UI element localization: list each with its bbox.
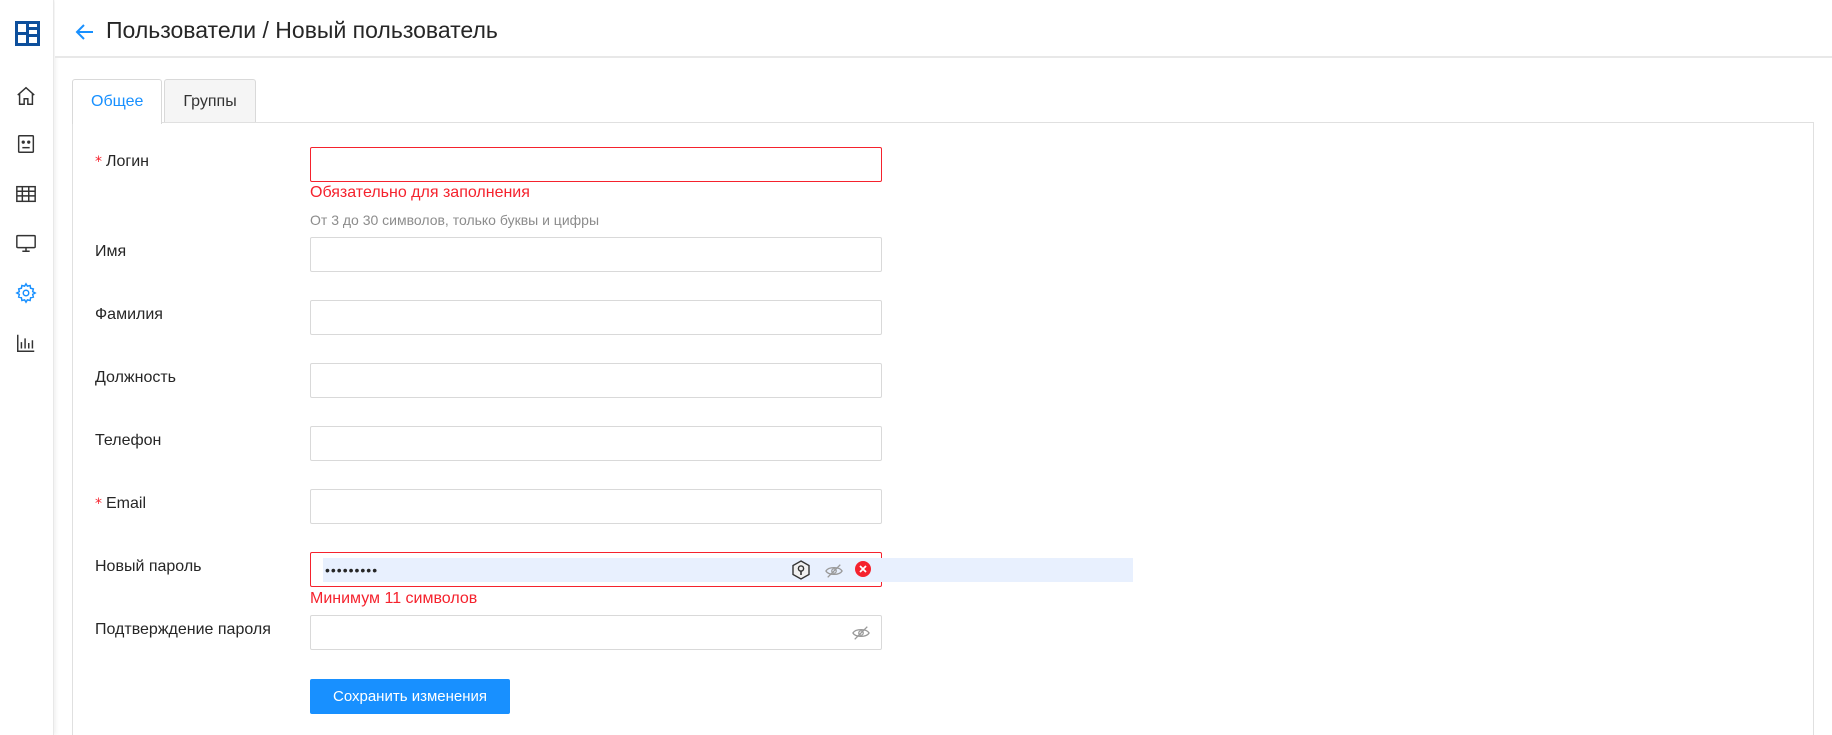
sidebar — [0, 0, 54, 735]
login-error: Обязательно для заполнения — [310, 184, 530, 201]
badge-icon[interactable] — [14, 132, 38, 156]
confirm-password-field[interactable] — [310, 615, 882, 650]
email-field[interactable] — [310, 489, 882, 524]
tab-general[interactable]: Общее — [72, 79, 163, 124]
last-name-field[interactable] — [310, 300, 882, 335]
login-field[interactable] — [310, 147, 882, 182]
first-name-input[interactable] — [311, 238, 881, 271]
first-name-field[interactable] — [310, 237, 882, 272]
back-arrow-icon[interactable] — [73, 20, 97, 44]
gear-icon[interactable] — [14, 281, 38, 305]
first-name-label: Имя — [95, 243, 127, 260]
password-manager-key-icon[interactable] — [791, 560, 811, 580]
email-input[interactable] — [311, 490, 881, 523]
last-name-label: Фамилия — [95, 306, 163, 323]
email-label: * Email — [95, 495, 147, 512]
new-password-label: Новый пароль — [95, 558, 202, 575]
home-icon[interactable] — [14, 84, 38, 108]
bar-chart-icon[interactable] — [14, 331, 38, 355]
new-password-value[interactable]: ••••••••• — [325, 558, 378, 582]
position-input[interactable] — [311, 364, 881, 397]
phone-field[interactable] — [310, 426, 882, 461]
confirm-password-input[interactable] — [311, 616, 881, 649]
login-hint: От 3 до 30 символов, только буквы и цифр… — [310, 212, 600, 228]
phone-input[interactable] — [311, 427, 881, 460]
table-icon[interactable] — [14, 182, 38, 206]
required-mark: * — [95, 154, 102, 170]
page-title: Пользователи / Новый пользователь — [106, 17, 498, 43]
phone-label: Телефон — [95, 432, 162, 449]
new-password-error: Минимум 11 символов — [310, 590, 478, 607]
page-header: Пользователи / Новый пользователь — [55, 0, 1832, 58]
position-label: Должность — [95, 369, 176, 386]
new-password-field[interactable]: ••••••••• — [310, 552, 1133, 587]
last-name-input[interactable] — [311, 301, 881, 334]
app-logo[interactable] — [15, 21, 40, 46]
login-label: * Логин — [95, 153, 150, 170]
toggle-visibility-icon[interactable] — [852, 624, 870, 642]
login-input[interactable] — [311, 148, 881, 181]
confirm-password-label: Подтверждение пароля — [95, 621, 271, 638]
monitor-icon[interactable] — [14, 231, 38, 255]
position-field[interactable] — [310, 363, 882, 398]
autofill-highlight — [323, 558, 1133, 582]
required-mark: * — [95, 496, 102, 512]
tab-groups[interactable]: Группы — [164, 79, 256, 123]
tab-bar: Общее Группы — [72, 79, 258, 124]
save-button[interactable]: Сохранить изменения — [310, 679, 510, 714]
toggle-visibility-icon[interactable] — [825, 562, 843, 580]
clear-error-icon[interactable] — [855, 561, 871, 577]
